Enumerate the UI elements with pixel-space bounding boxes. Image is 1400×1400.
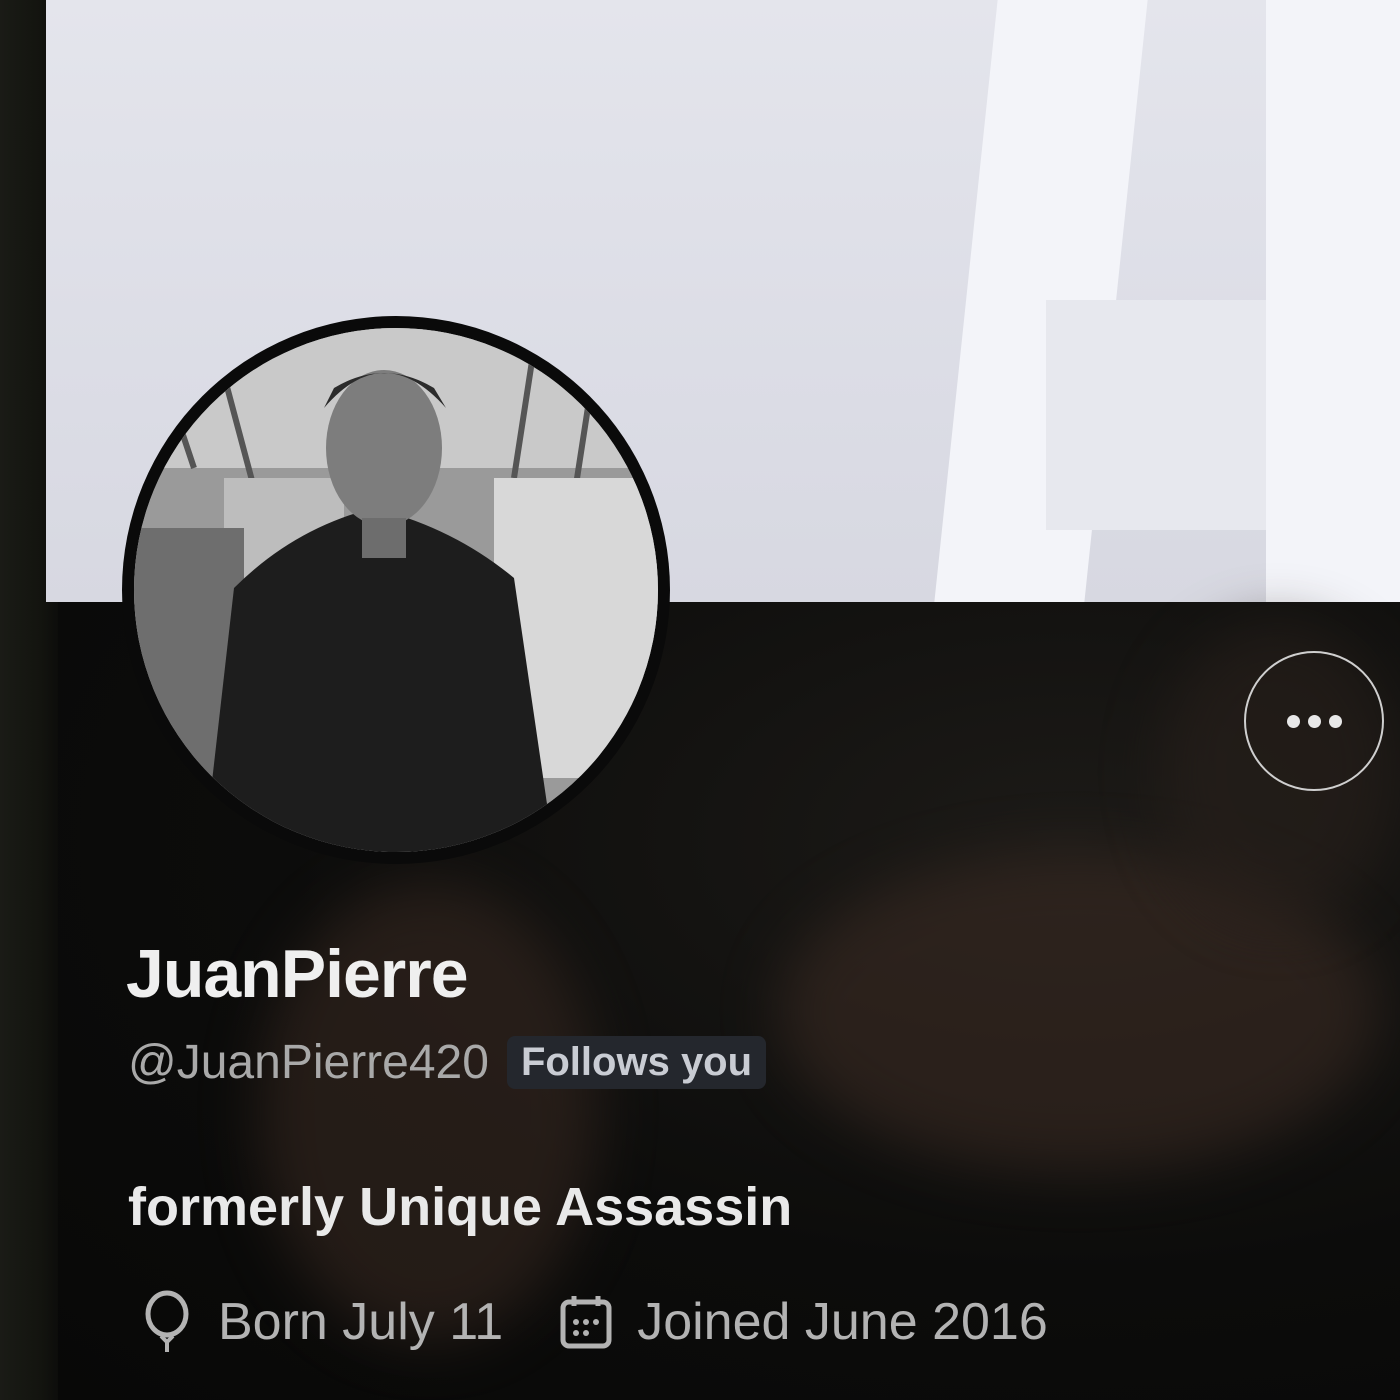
more-horizontal-icon <box>1286 714 1300 728</box>
more-horizontal-icon <box>1328 714 1342 728</box>
more-horizontal-icon <box>1307 714 1321 728</box>
birthday-text: Born July 11 <box>218 1293 504 1351</box>
joined-item: Joined June 2016 <box>559 1290 1048 1354</box>
banner-graphic <box>1046 300 1266 530</box>
avatar-image <box>134 328 658 852</box>
avatar-photo <box>134 328 658 852</box>
display-name: JuanPierre <box>126 936 469 1012</box>
joined-text: Joined June 2016 <box>637 1293 1048 1351</box>
balloon-icon <box>145 1290 189 1352</box>
profile-screen: JuanPierre @JuanPierre420 Follows you fo… <box>0 0 1400 1400</box>
birthday-item: Born July 11 <box>140 1290 503 1354</box>
calendar-icon <box>560 1296 612 1349</box>
handle-row: @JuanPierre420 Follows you <box>128 1035 767 1090</box>
banner-graphic <box>1266 0 1400 602</box>
profile-meta: Born July 11 Joined June 2016 <box>140 1290 1104 1354</box>
profile-bio: formerly Unique Assassin <box>128 1177 793 1237</box>
username-handle: @JuanPierre420 <box>128 1036 489 1089</box>
follows-you-badge: Follows you <box>506 1036 767 1089</box>
avatar[interactable] <box>122 316 670 864</box>
more-options-button[interactable] <box>1244 651 1384 791</box>
